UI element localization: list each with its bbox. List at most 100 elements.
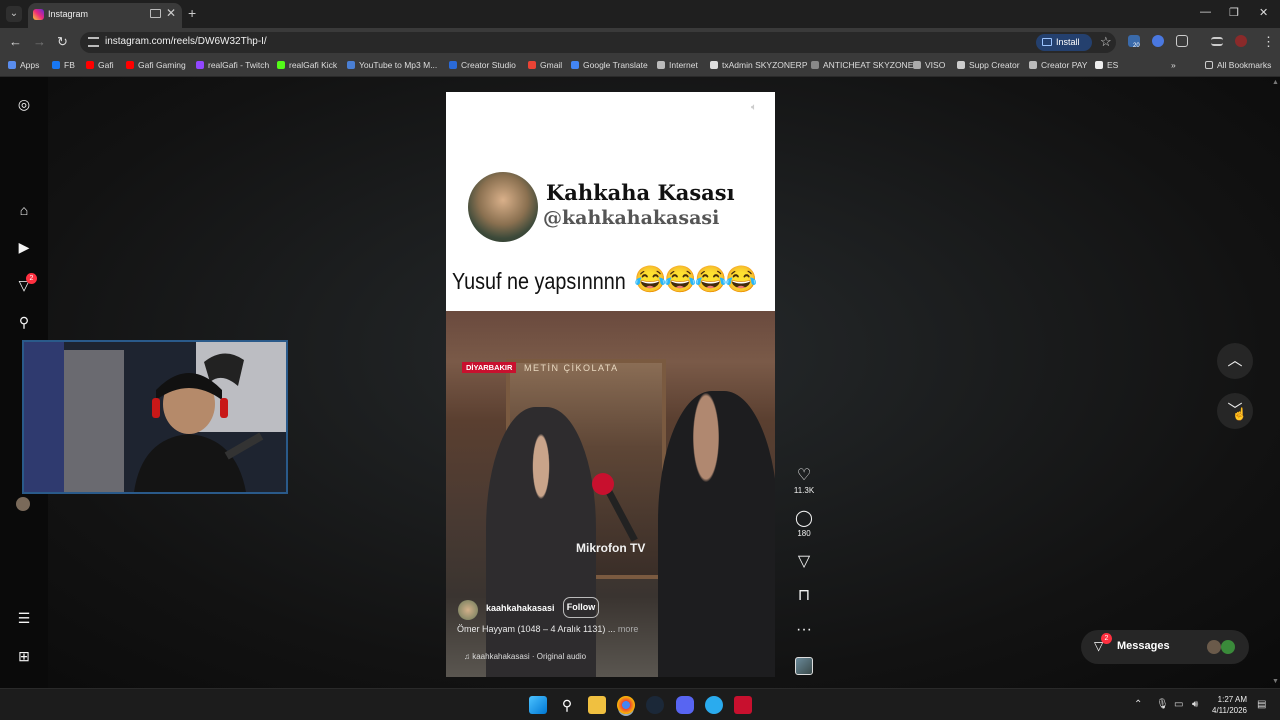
messages-button[interactable]: ▽ 2 Messages <box>1081 630 1249 664</box>
speaker-mute-icon[interactable]: 🔈︎ <box>751 102 763 114</box>
bookmark-item[interactable]: Creator Studio <box>449 60 516 70</box>
share-button[interactable]: ▽ <box>790 553 818 571</box>
tab-search-button[interactable]: ⌄ <box>6 6 22 22</box>
save-button[interactable]: ⊓ <box>790 587 818 605</box>
scroll-up-arrow[interactable]: ▲ <box>1272 79 1280 86</box>
steam-icon[interactable] <box>646 696 664 714</box>
forward-icon[interactable]: → <box>33 35 46 49</box>
close-window-icon[interactable]: ✕ <box>1259 6 1268 19</box>
previous-reel-button[interactable]: ︿ <box>1217 343 1253 379</box>
profile-avatar[interactable] <box>16 497 30 511</box>
bookmark-item[interactable]: Gafi Gaming <box>126 60 186 70</box>
volume-icon[interactable]: 🔊︎ <box>1192 699 1198 710</box>
bookmark-item[interactable]: realGafi - Twitch <box>196 60 269 70</box>
bookmark-item[interactable]: Gafi <box>86 60 114 70</box>
bookmark-item[interactable]: txAdmin SKYZONERP <box>710 60 808 70</box>
video-frame[interactable]: METİN ÇİKOLATA DİYARBAKIR Mikrofon TV ka… <box>446 311 775 677</box>
telegram-icon[interactable] <box>705 696 723 714</box>
instagram-favicon-icon <box>33 9 44 20</box>
also-from-meta-icon[interactable]: ⊞ <box>16 648 32 664</box>
reel-video-card[interactable]: 🔈︎ Kahkaha Kasası @kahkahakasasi Yusuf n… <box>446 92 775 677</box>
chrome-icon[interactable] <box>617 696 635 714</box>
search-icon[interactable]: ⚲ <box>558 696 576 714</box>
bookmark-item[interactable]: realGafi Kick <box>277 60 337 70</box>
install-app-button[interactable]: Install <box>1036 34 1092 51</box>
channel-avatar <box>468 172 538 242</box>
site-info-icon[interactable] <box>88 37 99 47</box>
file-explorer-icon[interactable] <box>588 696 606 714</box>
bookmark-item[interactable]: FB <box>52 60 75 70</box>
interviewer <box>658 391 775 677</box>
instagram-logo-icon[interactable]: ◎ <box>16 96 32 112</box>
vpn-extension-icon[interactable] <box>1152 35 1164 47</box>
reload-icon[interactable]: ↻ <box>57 35 68 49</box>
audio-thumbnail[interactable] <box>795 657 813 675</box>
like-button[interactable]: ♡ 11.3K <box>790 467 818 495</box>
heart-icon: ♡ <box>796 467 812 484</box>
reading-list-icon[interactable] <box>1211 37 1223 46</box>
home-icon[interactable]: ⌂ <box>16 202 32 218</box>
reels-icon[interactable]: ▶ <box>16 239 32 255</box>
bookmark-item[interactable]: ES <box>1095 60 1118 70</box>
bookmark-star-icon[interactable]: ☆ <box>1100 34 1112 50</box>
app-icon[interactable] <box>734 696 752 714</box>
channel-name: Kahkaha Kasası <box>546 180 735 205</box>
bookmark-favicon-icon <box>657 61 665 69</box>
scroll-down-arrow[interactable]: ▼ <box>1272 678 1280 685</box>
all-bookmarks-folder[interactable]: All Bookmarks <box>1205 60 1271 70</box>
menu-kebab-icon[interactable]: ⋮ <box>1262 35 1275 49</box>
browser-tab[interactable]: Instagram ✕ <box>28 3 182 28</box>
bookmark-item[interactable]: YouTube to Mp3 M... <box>347 60 437 70</box>
more-link[interactable]: more <box>618 624 639 634</box>
bookmark-item[interactable]: Gmail <box>528 60 562 70</box>
video-caption: Yusuf ne yapsınnnn <box>452 268 626 294</box>
bookmark-item[interactable]: VISO <box>913 60 945 70</box>
webcam-overlay <box>22 340 288 494</box>
new-tab-button[interactable]: + <box>188 5 196 21</box>
install-icon <box>1042 38 1052 46</box>
minimize-icon[interactable]: — <box>1200 6 1211 18</box>
microphone <box>592 473 614 495</box>
system-clock[interactable]: 1:27 AM 4/11/2026 <box>1212 694 1247 716</box>
bookmark-item[interactable]: ANTICHEAT SKYZONE <box>811 60 913 70</box>
close-tab-icon[interactable]: ✕ <box>166 6 176 20</box>
tray-chevron-icon[interactable]: ⌃ <box>1134 699 1142 710</box>
profile-avatar[interactable] <box>1235 35 1247 47</box>
follow-button[interactable]: Follow <box>563 597 599 618</box>
more-options-button[interactable]: ··· <box>790 621 818 639</box>
address-bar[interactable]: instagram.com/reels/DW6W32Thp-I/ Install… <box>80 32 1116 53</box>
more-menu-icon[interactable]: ☰ <box>16 610 32 626</box>
bookmark-favicon-icon <box>1029 61 1037 69</box>
comment-count: 180 <box>797 529 811 538</box>
bookmark-item[interactable]: Supp Creator <box>957 60 1020 70</box>
bookmarks-overflow-icon[interactable]: » <box>1171 60 1176 70</box>
comment-button[interactable]: ◯ 180 <box>790 510 818 538</box>
owner-username[interactable]: kaahkahakasasi <box>486 603 555 613</box>
shop-sign: METİN ÇİKOLATA <box>524 363 619 373</box>
caption-emojis: 😂😂😂😂 <box>634 264 757 294</box>
bookmark-item[interactable]: Creator PAY <box>1029 60 1087 70</box>
bookmark-item[interactable]: Google Translate <box>571 60 648 70</box>
bookmark-item[interactable]: Apps <box>8 60 39 70</box>
notifications-icon[interactable]: ▤ <box>1257 699 1266 710</box>
bookmark-item[interactable]: Internet <box>657 60 698 70</box>
discord-icon[interactable] <box>676 696 694 714</box>
url-text[interactable]: instagram.com/reels/DW6W32Thp-I/ <box>105 36 267 47</box>
back-icon[interactable]: ← <box>9 35 22 49</box>
search-icon[interactable]: ⚲ <box>16 314 32 330</box>
network-icon[interactable]: ▭ <box>1174 699 1183 710</box>
notification-badge: 2 <box>26 273 37 284</box>
bookmark-favicon-icon <box>52 61 60 69</box>
microphone-icon[interactable]: 🎙︎ <box>1156 699 1169 710</box>
bookmark-favicon-icon <box>528 61 536 69</box>
messages-badge: 2 <box>1101 633 1112 644</box>
audio-attribution[interactable]: ♫ kaahkahakasasi · Original audio <box>464 652 586 661</box>
start-windows-icon[interactable] <box>529 696 547 714</box>
instagram-page: ◎ ⌂ ▶ ▽ 2 ⚲ ☰ ⊞ 🔈︎ Kahkaha Kasası @kahka… <box>0 77 1280 688</box>
owner-avatar[interactable] <box>458 600 478 620</box>
bookmark-favicon-icon <box>957 61 965 69</box>
mouse-cursor-icon: ☝ <box>1232 407 1247 421</box>
restore-icon[interactable]: ❐ <box>1229 6 1239 19</box>
bookmark-icon: ⊓ <box>797 587 811 604</box>
extensions-puzzle-icon[interactable] <box>1176 35 1188 47</box>
